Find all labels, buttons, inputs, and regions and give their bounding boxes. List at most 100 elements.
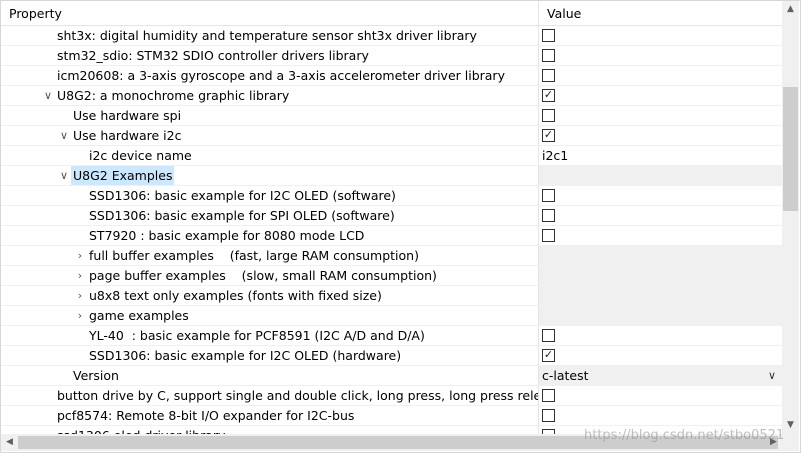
property-cell[interactable]: sht3x: digital humidity and temperature … xyxy=(1,26,539,45)
checkbox[interactable] xyxy=(542,329,555,342)
property-cell[interactable]: SSD1306: basic example for I2C OLED (har… xyxy=(1,346,539,365)
property-row[interactable]: i2c device name i2c1 xyxy=(1,146,782,166)
property-cell[interactable]: › page buffer examples (slow, small RAM c… xyxy=(1,266,539,285)
scroll-left-icon[interactable]: ◀ xyxy=(1,434,18,451)
checkbox[interactable] xyxy=(542,229,555,242)
value-cell[interactable] xyxy=(539,66,782,85)
property-cell[interactable]: button drive by C, support single and do… xyxy=(1,386,539,405)
value-cell[interactable] xyxy=(539,226,782,245)
vertical-scroll-thumb[interactable] xyxy=(783,87,798,211)
value-cell[interactable]: c-latest ∨ xyxy=(539,366,782,385)
value-cell[interactable] xyxy=(539,106,782,125)
property-row[interactable]: SSD1306: basic example for SPI OLED (sof… xyxy=(1,206,782,226)
scroll-up-icon[interactable]: ▲ xyxy=(782,1,799,18)
value-cell xyxy=(539,286,782,305)
property-row[interactable]: › game examples xyxy=(1,306,782,326)
chevron-right-icon[interactable]: › xyxy=(74,306,86,325)
checkbox[interactable] xyxy=(542,389,555,402)
value-cell[interactable]: ✓ xyxy=(539,86,782,105)
property-cell[interactable]: ∨ U8G2 Examples xyxy=(1,166,539,185)
property-label: full buffer examples (fast, large RAM co… xyxy=(89,248,419,263)
property-label: ST7920 : basic example for 8080 mode LCD xyxy=(89,228,365,243)
property-cell[interactable]: Use hardware spi xyxy=(1,106,539,125)
chevron-right-icon[interactable]: › xyxy=(74,286,86,305)
dropdown-arrow-icon[interactable]: ∨ xyxy=(768,366,776,385)
value-cell[interactable] xyxy=(539,406,782,425)
property-label: button drive by C, support single and do… xyxy=(57,388,539,403)
value-cell[interactable] xyxy=(539,206,782,225)
property-label: ssd1306 oled driver library xyxy=(57,426,225,434)
property-row[interactable]: › page buffer examples (slow, small RAM c… xyxy=(1,266,782,286)
property-cell[interactable]: › full buffer examples (fast, large RAM c… xyxy=(1,246,539,265)
property-cell[interactable]: SSD1306: basic example for SPI OLED (sof… xyxy=(1,206,539,225)
property-cell[interactable]: icm20608: a 3-axis gyroscope and a 3-axi… xyxy=(1,66,539,85)
value-cell[interactable]: i2c1 xyxy=(539,146,782,165)
checkmark-icon: ✓ xyxy=(543,348,554,361)
property-cell[interactable]: YL-40 : basic example for PCF8591 (I2C A… xyxy=(1,326,539,345)
property-row[interactable]: icm20608: a 3-axis gyroscope and a 3-axi… xyxy=(1,66,782,86)
property-label: Use hardware i2c xyxy=(73,128,182,143)
property-row[interactable]: ∨ Use hardware i2c ✓ xyxy=(1,126,782,146)
property-row[interactable]: › u8x8 text only examples (fonts with fix… xyxy=(1,286,782,306)
checkbox[interactable]: ✓ xyxy=(542,88,555,102)
checkbox[interactable] xyxy=(542,29,555,42)
property-cell[interactable]: ∨ U8G2: a monochrome graphic library xyxy=(1,86,539,105)
value-text[interactable]: i2c1 xyxy=(542,146,568,165)
property-row[interactable]: SSD1306: basic example for I2C OLED (sof… xyxy=(1,186,782,206)
property-column-header[interactable]: Property xyxy=(1,1,539,25)
property-row[interactable]: stm32_sdio: STM32 SDIO controller driver… xyxy=(1,46,782,66)
property-row[interactable]: Version c-latest ∨ xyxy=(1,366,782,386)
value-cell[interactable]: ✓ xyxy=(539,126,782,145)
checkbox[interactable]: ✓ xyxy=(542,348,555,362)
watermark: https://blog.csdn.net/stbo0521 xyxy=(584,428,785,443)
value-cell[interactable] xyxy=(539,26,782,45)
vertical-scrollbar[interactable]: ▲ ▼ xyxy=(782,1,799,434)
chevron-down-icon[interactable]: ∨ xyxy=(58,166,70,185)
checkbox[interactable] xyxy=(542,49,555,62)
property-row[interactable]: ∨ U8G2: a monochrome graphic library ✓ xyxy=(1,86,782,106)
chevron-down-icon[interactable]: ∨ xyxy=(42,86,54,105)
checkbox[interactable] xyxy=(542,69,555,82)
property-row[interactable]: Use hardware spi xyxy=(1,106,782,126)
property-cell[interactable]: pcf8574: Remote 8-bit I/O expander for I… xyxy=(1,406,539,425)
scroll-down-icon[interactable]: ▼ xyxy=(782,417,799,434)
property-row[interactable]: YL-40 : basic example for PCF8591 (I2C A… xyxy=(1,326,782,346)
property-cell[interactable]: stm32_sdio: STM32 SDIO controller driver… xyxy=(1,46,539,65)
checkmark-icon: ✓ xyxy=(543,128,554,141)
checkbox[interactable] xyxy=(542,189,555,202)
checkbox[interactable]: ✓ xyxy=(542,128,555,142)
property-row[interactable]: SSD1306: basic example for I2C OLED (har… xyxy=(1,346,782,366)
value-cell[interactable] xyxy=(539,186,782,205)
value-cell xyxy=(539,246,782,265)
property-cell[interactable]: › u8x8 text only examples (fonts with fix… xyxy=(1,286,539,305)
property-row[interactable]: sht3x: digital humidity and temperature … xyxy=(1,26,782,46)
value-cell[interactable] xyxy=(539,46,782,65)
version-select-value[interactable]: c-latest xyxy=(542,366,589,385)
property-cell[interactable]: ∨ Use hardware i2c xyxy=(1,126,539,145)
property-label: U8G2: a monochrome graphic library xyxy=(57,88,290,103)
property-rows: sht3x: digital humidity and temperature … xyxy=(1,26,782,434)
chevron-right-icon[interactable]: › xyxy=(74,246,86,265)
property-cell[interactable]: Version xyxy=(1,366,539,385)
property-cell[interactable]: ST7920 : basic example for 8080 mode LCD xyxy=(1,226,539,245)
property-label: u8x8 text only examples (fonts with fixe… xyxy=(89,288,382,303)
value-column-header[interactable]: Value xyxy=(539,1,782,25)
property-row[interactable]: ∨ U8G2 Examples xyxy=(1,166,782,186)
property-row[interactable]: button drive by C, support single and do… xyxy=(1,386,782,406)
value-cell[interactable] xyxy=(539,326,782,345)
property-cell[interactable]: ssd1306 oled driver library xyxy=(1,426,539,434)
property-cell[interactable]: i2c device name xyxy=(1,146,539,165)
value-cell[interactable]: ✓ xyxy=(539,346,782,365)
chevron-right-icon[interactable]: › xyxy=(74,266,86,285)
checkbox[interactable] xyxy=(542,209,555,222)
property-row[interactable]: ST7920 : basic example for 8080 mode LCD xyxy=(1,226,782,246)
property-cell[interactable]: › game examples xyxy=(1,306,539,325)
value-cell[interactable] xyxy=(539,386,782,405)
property-row[interactable]: › full buffer examples (fast, large RAM c… xyxy=(1,246,782,266)
value-cell xyxy=(539,266,782,285)
checkbox[interactable] xyxy=(542,409,555,422)
chevron-down-icon[interactable]: ∨ xyxy=(58,126,70,145)
property-cell[interactable]: SSD1306: basic example for I2C OLED (sof… xyxy=(1,186,539,205)
checkbox[interactable] xyxy=(542,109,555,122)
property-row[interactable]: pcf8574: Remote 8-bit I/O expander for I… xyxy=(1,406,782,426)
